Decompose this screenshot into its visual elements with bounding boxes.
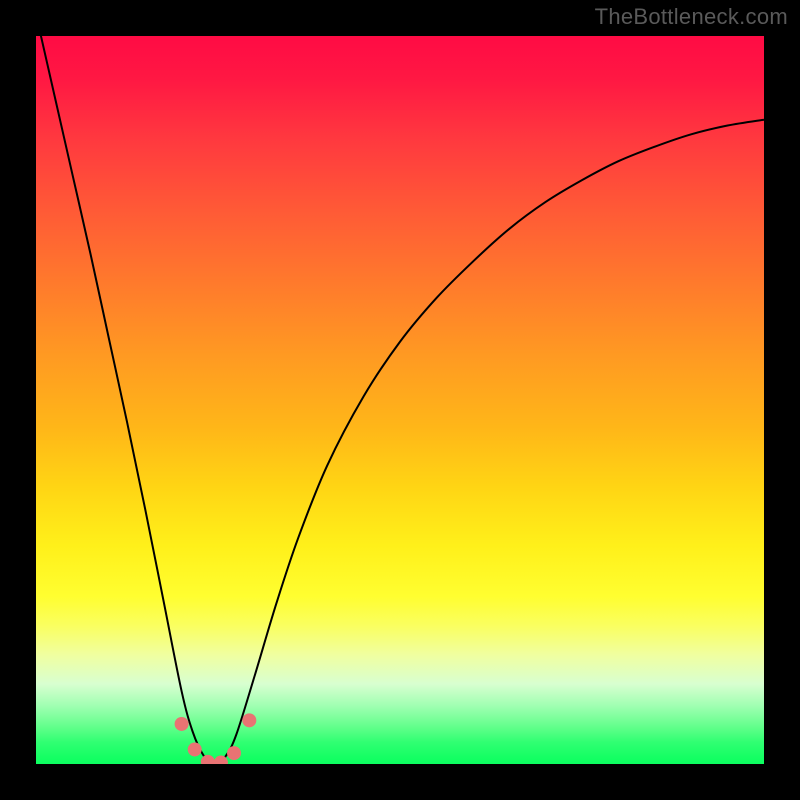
curve-marker [242, 713, 256, 727]
chart-plot-area [36, 36, 764, 764]
watermark-text: TheBottleneck.com [595, 4, 788, 30]
chart-svg [36, 36, 764, 764]
curve-marker [227, 746, 241, 760]
curve-markers [175, 713, 257, 764]
curve-marker [188, 742, 202, 756]
bottleneck-curve [36, 36, 764, 764]
curve-marker [175, 717, 189, 731]
